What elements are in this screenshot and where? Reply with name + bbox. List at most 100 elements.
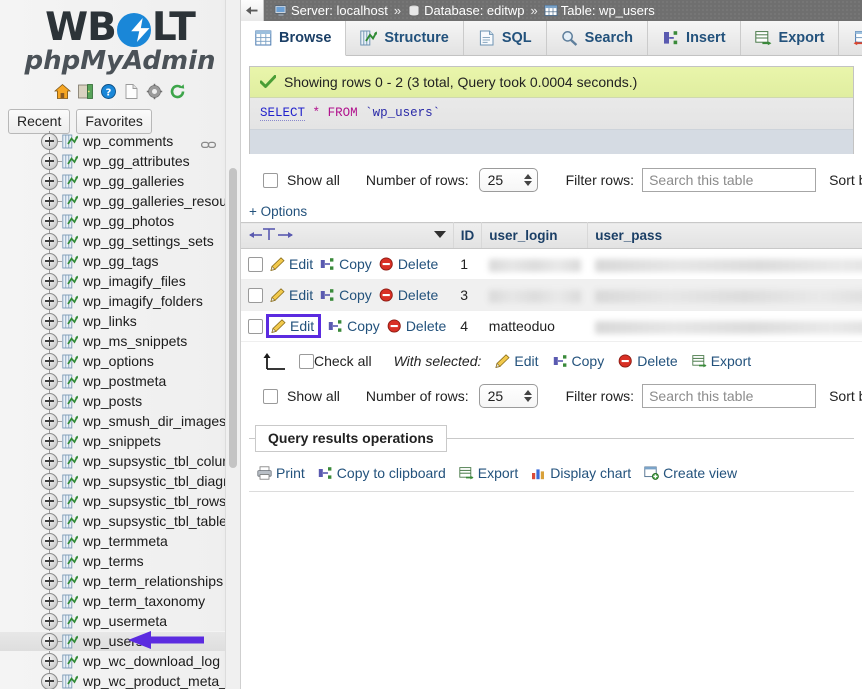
sidebar-table-item-wp_wc_product_meta_lookup[interactable]: wp_wc_product_meta_lookup xyxy=(0,671,240,689)
sidebar-table-item-wp_postmeta[interactable]: wp_postmeta xyxy=(0,371,240,391)
bulk-edit-button[interactable]: Edit xyxy=(495,353,538,369)
sidebar-table-item-wp_wc_download_log[interactable]: wp_wc_download_log xyxy=(0,651,240,671)
sidebar-table-item-wp_gg_galleries_resources[interactable]: wp_gg_galleries_resources xyxy=(0,191,240,211)
row-copy-button[interactable]: Copy xyxy=(320,256,372,272)
expand-table-icon[interactable] xyxy=(41,253,58,270)
tab-insert[interactable]: Insert xyxy=(648,21,741,55)
cell-id[interactable]: 3 xyxy=(453,280,482,311)
cell-id[interactable]: 4 xyxy=(453,311,482,342)
display-chart-button[interactable]: Display chart xyxy=(531,465,631,481)
table-browse-icon[interactable] xyxy=(62,354,78,369)
expand-table-icon[interactable] xyxy=(41,213,58,230)
create-view-button[interactable]: Create view xyxy=(644,465,737,481)
export-button[interactable]: Export xyxy=(459,465,518,481)
cell-user-login[interactable]: matteoduo xyxy=(482,311,588,342)
tab-export[interactable]: Export xyxy=(741,21,840,55)
sidebar-table-item-wp_term_taxonomy[interactable]: wp_term_taxonomy xyxy=(0,591,240,611)
row-select-checkbox[interactable] xyxy=(248,257,263,272)
breadcrumb-server[interactable]: Server: localhost xyxy=(291,3,388,18)
expand-table-icon[interactable] xyxy=(41,673,58,689)
sidebar-scrollbar[interactable] xyxy=(225,0,240,689)
sidebar-table-item-wp_gg_attributes[interactable]: wp_gg_attributes xyxy=(0,151,240,171)
sidebar-table-label[interactable]: wp_gg_settings_sets xyxy=(83,231,214,251)
show-all-checkbox-bottom[interactable] xyxy=(263,389,278,404)
sidebar-table-item-wp_imagify_folders[interactable]: wp_imagify_folders xyxy=(0,291,240,311)
sidebar-table-label[interactable]: wp_imagify_folders xyxy=(83,291,203,311)
sidebar-table-item-wp_supsystic_tbl_columns[interactable]: wp_supsystic_tbl_columns xyxy=(0,451,240,471)
expand-table-icon[interactable] xyxy=(41,293,58,310)
expand-table-icon[interactable] xyxy=(41,313,58,330)
row-copy-button[interactable]: Copy xyxy=(328,318,380,334)
table-browse-icon[interactable] xyxy=(62,134,78,149)
sidebar-table-label[interactable]: wp_wc_download_log xyxy=(83,651,220,671)
logout-icon[interactable] xyxy=(77,83,94,100)
expand-table-icon[interactable] xyxy=(41,393,58,410)
tab-browse[interactable]: Browse xyxy=(241,21,346,56)
sidebar-table-label[interactable]: wp_gg_tags xyxy=(83,251,159,271)
sidebar-table-item-wp_options[interactable]: wp_options xyxy=(0,351,240,371)
expand-table-icon[interactable] xyxy=(41,453,58,470)
expand-table-icon[interactable] xyxy=(41,533,58,550)
header-user-login[interactable]: user_login xyxy=(482,223,588,249)
table-browse-icon[interactable] xyxy=(62,514,78,529)
sidebar-table-label[interactable]: wp_smush_dir_images xyxy=(83,411,226,431)
filter-rows-input-bottom[interactable] xyxy=(642,384,816,408)
sidebar-table-item-wp_terms[interactable]: wp_terms xyxy=(0,551,240,571)
cell-user-login[interactable] xyxy=(482,280,588,311)
home-icon[interactable] xyxy=(54,83,71,100)
sidebar-table-item-wp_supsystic_tbl_tables[interactable]: wp_supsystic_tbl_tables xyxy=(0,511,240,531)
sidebar-table-label[interactable]: wp_term_taxonomy xyxy=(83,591,205,611)
table-row[interactable]: EditCopyDelete3 xyxy=(241,280,862,311)
row-edit-button[interactable]: Edit xyxy=(270,256,313,272)
bulk-export-button[interactable]: Export xyxy=(692,353,751,369)
sidebar-table-label[interactable]: wp_gg_photos xyxy=(83,211,174,231)
table-list[interactable]: wp_commentswp_gg_attributes wp_gg_galleri… xyxy=(0,131,240,689)
collapse-sidebar-button[interactable] xyxy=(241,0,264,21)
expand-table-icon[interactable] xyxy=(41,353,58,370)
expand-table-icon[interactable] xyxy=(41,493,58,510)
sidebar-table-item-wp_comments[interactable]: wp_comments xyxy=(0,131,240,151)
table-browse-icon[interactable] xyxy=(62,154,78,169)
table-browse-icon[interactable] xyxy=(62,194,78,209)
row-edit-button[interactable]: Edit xyxy=(266,314,321,338)
number-of-rows-select-top[interactable]: 25 xyxy=(479,168,538,192)
sidebar-table-item-wp_snippets[interactable]: wp_snippets xyxy=(0,431,240,451)
sidebar-scrollbar-thumb[interactable] xyxy=(229,168,237,468)
expand-table-icon[interactable] xyxy=(41,473,58,490)
docs-icon[interactable] xyxy=(123,83,140,100)
expand-table-icon[interactable] xyxy=(41,273,58,290)
sidebar-table-label[interactable]: wp_snippets xyxy=(83,431,161,451)
table-browse-icon[interactable] xyxy=(62,574,78,589)
sidebar-table-item-wp_term_relationships[interactable]: wp_term_relationships xyxy=(0,571,240,591)
expand-table-icon[interactable] xyxy=(41,593,58,610)
cell-user-pass[interactable] xyxy=(588,311,862,342)
settings-gear-icon[interactable] xyxy=(146,83,163,100)
row-delete-button[interactable]: Delete xyxy=(379,287,438,303)
stepper-arrows-icon[interactable] xyxy=(524,174,532,186)
sidebar-table-item-wp_gg_tags[interactable]: wp_gg_tags xyxy=(0,251,240,271)
expand-table-icon[interactable] xyxy=(41,373,58,390)
table-browse-icon[interactable] xyxy=(62,614,78,629)
sidebar-table-label[interactable]: wp_comments xyxy=(83,131,173,151)
expand-table-icon[interactable] xyxy=(41,153,58,170)
sidebar-table-label[interactable]: wp_terms xyxy=(83,551,144,571)
help-icon[interactable]: ? xyxy=(100,83,117,100)
sql-query-display[interactable]: SELECT * FROM `wp_users` xyxy=(250,98,853,130)
table-browse-icon[interactable] xyxy=(62,434,78,449)
sidebar-table-label[interactable]: wp_supsystic_tbl_rows xyxy=(83,491,226,511)
table-browse-icon[interactable] xyxy=(62,494,78,509)
table-browse-icon[interactable] xyxy=(62,294,78,309)
table-browse-icon[interactable] xyxy=(62,554,78,569)
sidebar-table-label[interactable]: wp_options xyxy=(83,351,154,371)
expand-table-icon[interactable] xyxy=(41,613,58,630)
table-row[interactable]: EditCopyDelete1 xyxy=(241,249,862,280)
tab-search[interactable]: Search xyxy=(547,21,648,55)
show-all-checkbox-top[interactable] xyxy=(263,173,278,188)
sidebar-table-item-wp_posts[interactable]: wp_posts xyxy=(0,391,240,411)
table-browse-icon[interactable] xyxy=(62,374,78,389)
cell-user-login[interactable] xyxy=(482,249,588,280)
header-user-pass[interactable]: user_pass xyxy=(588,223,862,249)
table-browse-icon[interactable] xyxy=(62,234,78,249)
number-of-rows-select-bottom[interactable]: 25 xyxy=(479,384,538,408)
expand-table-icon[interactable] xyxy=(41,433,58,450)
